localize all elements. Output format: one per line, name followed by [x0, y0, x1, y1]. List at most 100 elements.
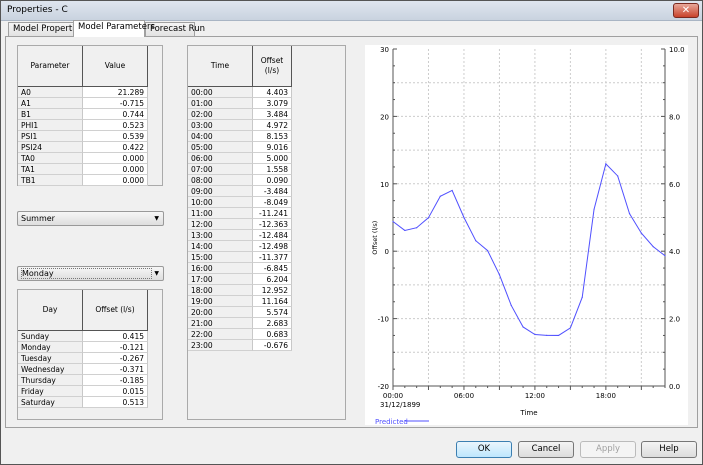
window-title: Properties - C	[7, 5, 68, 15]
row-value[interactable]: 3.079	[253, 98, 292, 109]
column-header-day[interactable]: Day	[18, 290, 83, 331]
row-label: 15:00	[188, 252, 253, 263]
row-label: Thursday	[18, 375, 83, 386]
data-point	[404, 229, 406, 232]
y2-tick-label: 4.0	[669, 248, 680, 256]
season-dropdown[interactable]: Summer ▼	[17, 211, 164, 226]
row-label: 09:00	[188, 186, 253, 197]
column-header-value[interactable]: Value	[83, 46, 148, 87]
y-tick-label: 20	[380, 113, 389, 121]
row-value[interactable]: 0.090	[253, 175, 292, 186]
row-value[interactable]: 0.000	[83, 164, 148, 175]
row-value[interactable]: 8.153	[253, 131, 292, 142]
row-value[interactable]: 5.574	[253, 307, 292, 318]
row-value[interactable]: -11.377	[253, 252, 292, 263]
row-label: 16:00	[188, 263, 253, 274]
row-value[interactable]: 12.952	[253, 285, 292, 296]
y-tick-label: 10	[380, 181, 389, 189]
data-point	[557, 334, 560, 337]
column-header-time[interactable]: Time	[188, 46, 253, 87]
row-value[interactable]: 0.683	[253, 329, 292, 340]
data-point	[510, 304, 512, 307]
row-value[interactable]: -11.241	[253, 208, 292, 219]
row-value[interactable]: -0.185	[83, 375, 148, 386]
chart-svg: 30 20 10 0 -10 -20 10.0 8.0 6.0 4.0 2.0 0.0 00:00 06:…	[371, 46, 685, 426]
row-value[interactable]: 4.972	[253, 120, 292, 131]
row-label: PHI1	[18, 120, 83, 131]
row-label: PSI24	[18, 142, 83, 153]
row-value[interactable]: 0.000	[83, 153, 148, 164]
data-point	[593, 208, 595, 210]
row-value[interactable]: -0.121	[83, 342, 148, 353]
row-value[interactable]: 21.289	[83, 87, 148, 98]
y2-tick-label: 8.0	[669, 113, 680, 121]
apply-button[interactable]: Apply	[580, 441, 636, 458]
row-value[interactable]: 0.415	[83, 331, 148, 342]
column-header-offset[interactable]: Offset (l/s)	[253, 46, 292, 87]
data-point	[498, 274, 501, 276]
row-label: 05:00	[188, 142, 253, 153]
tab-model-parameters[interactable]: Model Parameters	[73, 20, 155, 37]
row-label: 14:00	[188, 241, 253, 252]
row-value[interactable]: 0.422	[83, 142, 148, 153]
x-date-label: 31/12/1899	[380, 401, 420, 409]
data-point	[652, 245, 654, 248]
row-value[interactable]: 0.744	[83, 109, 148, 120]
row-value[interactable]: -0.676	[253, 340, 292, 351]
row-value[interactable]: -6.845	[253, 263, 292, 274]
row-value[interactable]: 0.000	[83, 175, 148, 186]
data-point	[605, 163, 607, 165]
row-label: A0	[18, 87, 83, 98]
row-label: Tuesday	[18, 353, 83, 364]
column-header-parameter[interactable]: Parameter	[18, 46, 83, 87]
title-bar: Properties - C ✕	[1, 1, 702, 21]
row-value[interactable]: -8.049	[253, 197, 292, 208]
row-value[interactable]: -0.715	[83, 98, 148, 109]
row-value[interactable]: -12.484	[253, 230, 292, 241]
chevron-down-icon: ▼	[154, 215, 159, 222]
data-point	[427, 217, 430, 219]
row-value[interactable]: -12.363	[253, 219, 292, 230]
help-button[interactable]: Help	[641, 441, 697, 458]
time-offset-table[interactable]: Time Offset (l/s) 00:00 4.403 01:00 3.079 02…	[187, 45, 346, 420]
row-value[interactable]: 9.016	[253, 142, 292, 153]
row-value[interactable]: -0.267	[83, 353, 148, 364]
row-label: B1	[18, 109, 83, 120]
column-header-offset[interactable]: Offset (l/s)	[83, 290, 148, 331]
season-value: Summer	[21, 214, 55, 223]
tab-model-properties[interactable]: Model Properties	[8, 22, 84, 36]
day-dropdown[interactable]: Monday ▼	[17, 266, 164, 281]
row-label: Sunday	[18, 331, 83, 342]
ok-button[interactable]: OK	[456, 441, 512, 458]
row-label: 07:00	[188, 164, 253, 175]
x-tick-label: 06:00	[454, 392, 474, 400]
row-value[interactable]: 2.683	[253, 318, 292, 329]
legend-label: Predicted	[375, 418, 408, 425]
cancel-button[interactable]: Cancel	[518, 441, 574, 458]
day-offset-table[interactable]: Day Offset (l/s) Sunday 0.415 Monday -0.121…	[17, 289, 163, 420]
row-label: 00:00	[188, 87, 253, 98]
row-value[interactable]: 3.484	[253, 109, 292, 120]
x-tick-label: 00:00	[383, 392, 403, 400]
row-value[interactable]: -3.484	[253, 186, 292, 197]
data-point	[546, 334, 548, 336]
row-value[interactable]: 0.513	[83, 397, 148, 408]
row-value[interactable]: 6.204	[253, 274, 292, 285]
data-point	[664, 255, 666, 257]
data-point	[451, 189, 453, 192]
row-value[interactable]: 0.523	[83, 120, 148, 131]
parameter-table[interactable]: Parameter Value A0 21.289 A1 -0.715 B1 0.744 P…	[17, 45, 163, 186]
data-point	[392, 220, 394, 223]
row-value[interactable]: 5.000	[253, 153, 292, 164]
row-value[interactable]: 11.164	[253, 296, 292, 307]
row-label: 23:00	[188, 340, 253, 351]
row-value[interactable]: -12.498	[253, 241, 292, 252]
row-value[interactable]: 0.015	[83, 386, 148, 397]
row-value[interactable]: 4.403	[253, 87, 292, 98]
data-point	[522, 326, 524, 328]
row-value[interactable]: -0.371	[83, 364, 148, 375]
row-value[interactable]: 0.539	[83, 131, 148, 142]
row-value[interactable]: 1.558	[253, 164, 292, 175]
close-button[interactable]: ✕	[673, 3, 699, 18]
data-point	[640, 232, 642, 234]
